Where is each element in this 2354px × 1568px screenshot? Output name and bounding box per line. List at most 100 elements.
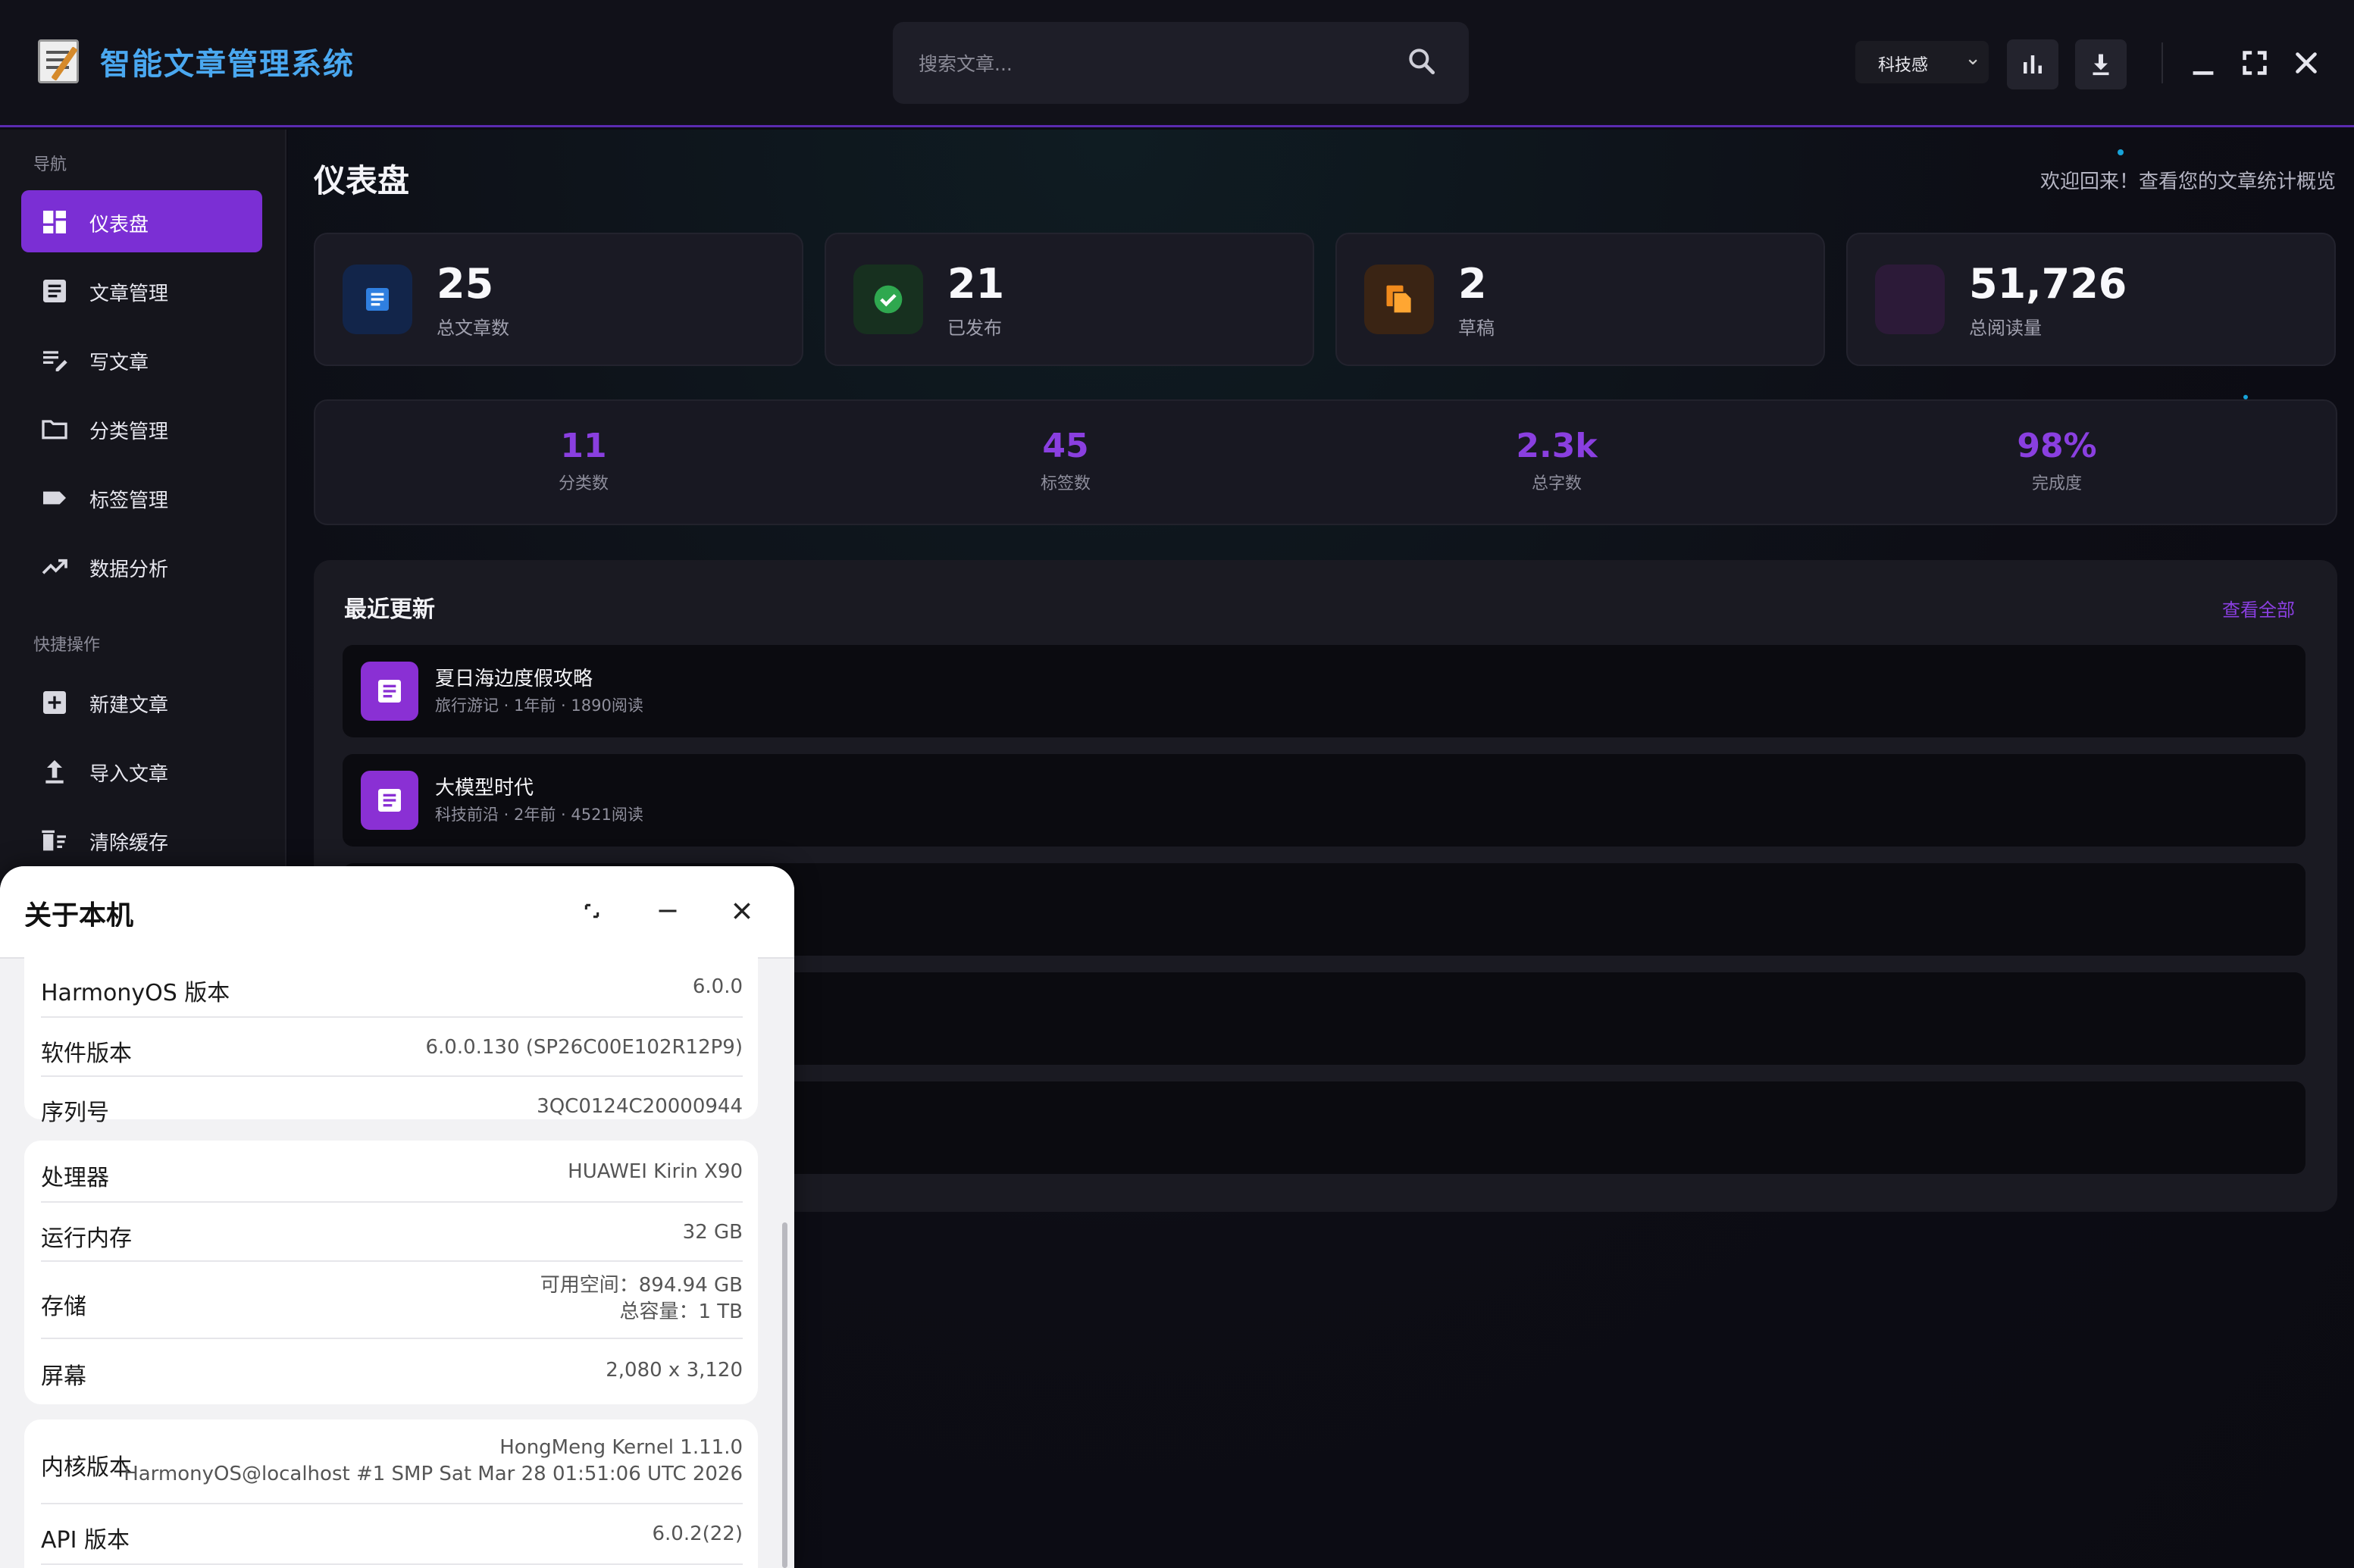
close-icon xyxy=(2296,52,2317,74)
stat-card-drafts[interactable]: 2 草稿 xyxy=(1335,233,1825,366)
sidebar-item-import[interactable]: 导入文章 xyxy=(21,740,262,802)
mini-stat-label: 完成度 xyxy=(2031,474,2082,493)
info-value: 2,080 x 3,120 xyxy=(606,1359,743,1382)
mini-stat-label: 分类数 xyxy=(558,474,609,493)
stat-icon-bg xyxy=(853,264,923,334)
mini-stat-value: 98% xyxy=(2017,427,2097,465)
mini-stat-categories: 11 分类数 xyxy=(485,427,682,494)
stat-card-published[interactable]: 21 已发布 xyxy=(825,233,1314,366)
info-key: 屏幕 xyxy=(41,1363,86,1390)
info-key: 存储 xyxy=(41,1294,86,1320)
theme-select[interactable]: 科技感 ⌄ xyxy=(1855,41,1989,83)
sidebar-item-categories[interactable]: 分类管理 xyxy=(21,397,262,459)
list-item[interactable]: 大模型时代 科技前沿 · 2年前 · 4521阅读 xyxy=(343,754,2305,847)
dialog-minimize-button[interactable] xyxy=(650,894,685,928)
info-row-api[interactable]: API 版本 6.0.2(22) xyxy=(41,1504,743,1565)
search-icon[interactable] xyxy=(1405,45,1438,78)
stat-card-views[interactable]: 51,726 总阅读量 xyxy=(1846,233,2336,366)
delete-sweep-icon xyxy=(42,830,66,851)
download-button[interactable] xyxy=(2075,39,2127,89)
mini-stats-panel: 11 分类数 45 标签数 2.3k 总字数 98% 完成度 xyxy=(314,399,2337,525)
info-key: HarmonyOS 版本 xyxy=(41,980,230,1006)
fullscreen-icon xyxy=(2243,51,2267,75)
maximize-button[interactable] xyxy=(2237,45,2272,80)
article-icon xyxy=(361,771,418,830)
sidebar-item-label: 仪表盘 xyxy=(89,214,149,236)
mini-stat-completion: 98% 完成度 xyxy=(1958,427,2155,494)
info-row-serial[interactable]: 序列号 3QC0124C20000944 xyxy=(41,1077,743,1136)
mini-stat-value: 2.3k xyxy=(1516,427,1598,465)
stat-label: 总阅读量 xyxy=(1969,318,2042,339)
decor-dot xyxy=(2118,149,2124,155)
dialog-restore-button[interactable] xyxy=(574,894,609,928)
sidebar-item-analytics[interactable]: 数据分析 xyxy=(21,535,262,597)
file-copy-icon xyxy=(1386,285,1413,315)
info-value: 32 GB xyxy=(682,1221,743,1244)
check-circle-icon xyxy=(874,285,903,314)
sidebar-item-clear-cache[interactable]: 清除缓存 xyxy=(21,809,262,871)
mini-stat-value: 45 xyxy=(1042,427,1089,465)
stat-value: 51,726 xyxy=(1969,260,2127,308)
mini-stat-tags: 45 标签数 xyxy=(967,427,1164,494)
info-group-hardware: 处理器 HUAWEI Kirin X90 运行内存 32 GB 存储 可用空间：… xyxy=(24,1141,758,1404)
info-row-kernel[interactable]: 内核版本 HongMeng Kernel 1.11.0 HarmonyOS@lo… xyxy=(41,1419,743,1504)
minimize-icon xyxy=(2193,71,2214,75)
stat-value: 25 xyxy=(437,260,494,308)
list-item[interactable]: 夏日海边度假攻略 旅行游记 · 1年前 · 1890阅读 xyxy=(343,645,2305,737)
sidebar-item-label: 文章管理 xyxy=(89,283,169,305)
info-key: 处理器 xyxy=(41,1165,109,1191)
page-title: 仪表盘 xyxy=(314,162,410,199)
list-item-meta: 科技前沿 · 2年前 · 4521阅读 xyxy=(435,806,643,824)
stat-label: 已发布 xyxy=(947,318,1002,339)
search-input[interactable]: 搜索文章... xyxy=(919,49,1013,77)
folder-icon xyxy=(42,420,67,440)
stat-card-total[interactable]: 25 总文章数 xyxy=(314,233,803,366)
sidebar-quick-title: 快捷操作 xyxy=(33,636,101,655)
info-value: 6.0.0 xyxy=(692,975,743,998)
sidebar-item-dashboard[interactable]: 仪表盘 xyxy=(21,190,262,252)
info-row-processor[interactable]: 处理器 HUAWEI Kirin X90 xyxy=(41,1141,743,1203)
restore-icon xyxy=(584,903,599,919)
minimize-button[interactable] xyxy=(2186,45,2221,80)
info-value-secondary: HarmonyOS@localhost #1 SMP Sat Mar 28 01… xyxy=(124,1463,743,1485)
close-button[interactable] xyxy=(2289,45,2324,80)
view-all-link[interactable]: 查看全部 xyxy=(2222,595,2295,621)
stat-value: 21 xyxy=(947,260,1005,308)
info-value: 可用空间：894.94 GB xyxy=(540,1274,743,1297)
chevron-down-icon: ⌄ xyxy=(1964,47,1981,70)
bar-chart-icon xyxy=(2024,55,2042,74)
add-box-icon xyxy=(43,691,66,714)
info-key: 软件版本 xyxy=(41,1041,132,1067)
article-icon xyxy=(43,280,66,302)
upload-icon xyxy=(45,760,64,784)
sidebar-item-label: 写文章 xyxy=(89,352,149,374)
eye-icon xyxy=(1875,264,1945,334)
search-bar[interactable]: 搜索文章... xyxy=(893,22,1469,104)
info-row-software[interactable]: 软件版本 6.0.0.130 (SP26C00E102R12P9) xyxy=(41,1018,743,1077)
info-value: HongMeng Kernel 1.11.0 xyxy=(499,1436,743,1459)
info-value: HUAWEI Kirin X90 xyxy=(568,1160,743,1183)
stat-icon-bg xyxy=(343,264,412,334)
sidebar-nav-title: 导航 xyxy=(33,155,67,174)
info-value: 6.0.2(22) xyxy=(652,1523,743,1545)
sidebar-item-tags[interactable]: 标签管理 xyxy=(21,466,262,528)
dialog-close-button[interactable] xyxy=(725,894,759,928)
sidebar-item-write[interactable]: 写文章 xyxy=(21,328,262,390)
info-key: 序列号 xyxy=(41,1100,109,1126)
info-row-storage[interactable]: 存储 可用空间：894.94 GB 总容量：1 TB xyxy=(41,1262,743,1339)
info-row-screen[interactable]: 屏幕 2,080 x 3,120 xyxy=(41,1339,743,1401)
minimize-icon xyxy=(659,909,677,912)
tag-icon xyxy=(43,491,66,505)
info-group-kernel: 内核版本 HongMeng Kernel 1.11.0 HarmonyOS@lo… xyxy=(24,1419,758,1568)
sidebar-item-new-article[interactable]: 新建文章 xyxy=(21,671,262,733)
trending-up-icon xyxy=(42,559,67,574)
stats-button[interactable] xyxy=(2007,39,2058,89)
sidebar-item-articles[interactable]: 文章管理 xyxy=(21,259,262,321)
dashboard-icon xyxy=(43,211,66,233)
stat-value: 2 xyxy=(1458,260,1487,308)
info-row-memory[interactable]: 运行内存 32 GB xyxy=(41,1203,743,1262)
info-key: API 版本 xyxy=(41,1527,130,1554)
info-row-harmonyos[interactable]: HarmonyOS 版本 6.0.0 xyxy=(41,959,743,1018)
dialog-scrollbar[interactable] xyxy=(782,1222,787,1568)
article-icon xyxy=(366,288,389,311)
